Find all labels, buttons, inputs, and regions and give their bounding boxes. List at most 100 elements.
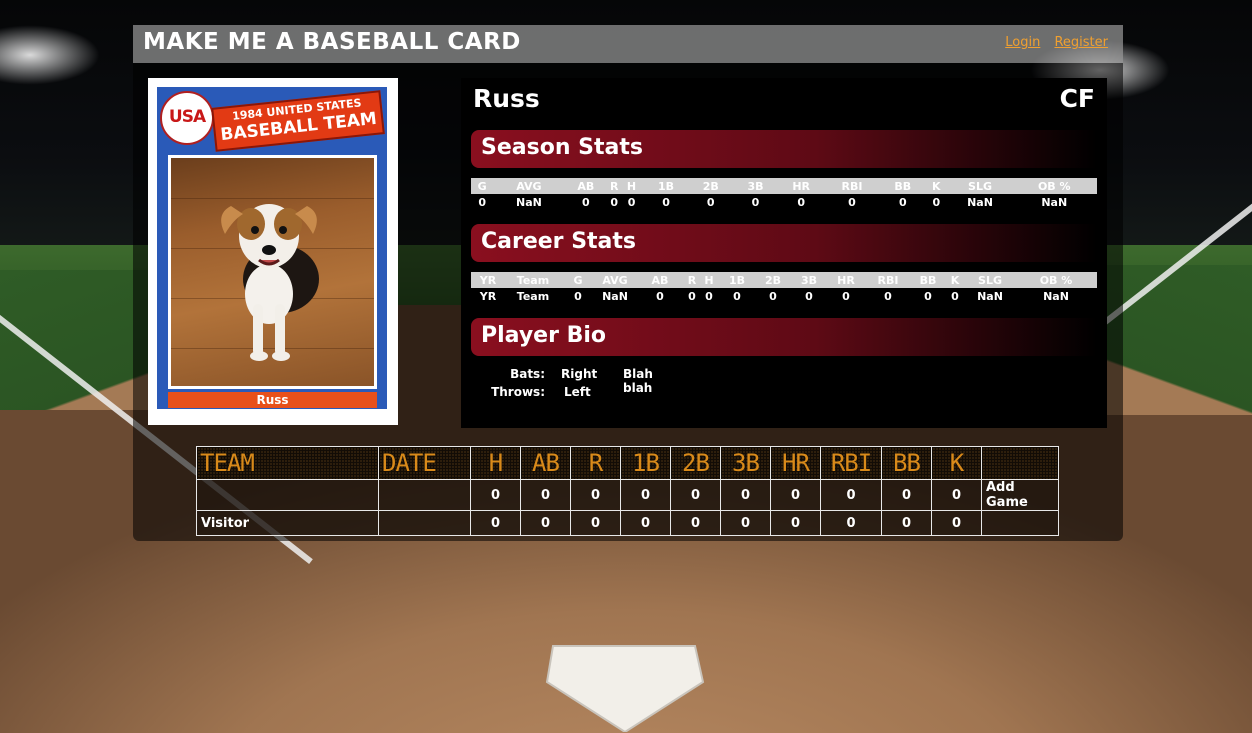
scoreboard-cell: 0 bbox=[931, 510, 982, 536]
stat-header: 1B bbox=[719, 272, 755, 288]
scoreboard-header: 2B bbox=[670, 446, 721, 480]
scoreboard-cell bbox=[378, 479, 471, 511]
throws-label: Throws: bbox=[491, 385, 545, 399]
season-stats-header: Season Stats bbox=[471, 130, 1097, 168]
game-scoreboard: TEAM DATE H AB R 1B 2B 3B HR RBI BB K 0 … bbox=[196, 446, 1059, 536]
stat-value: 0 bbox=[706, 195, 715, 209]
stat-value: Team bbox=[516, 289, 550, 303]
usa-badge-text: USA bbox=[168, 107, 206, 127]
stat-value: 0 bbox=[951, 289, 959, 303]
scoreboard-cell: 0 bbox=[770, 479, 821, 511]
login-link[interactable]: Login bbox=[1005, 35, 1040, 50]
stat-value: NaN bbox=[1043, 289, 1069, 303]
scoreboard-cell: 0 bbox=[881, 510, 932, 536]
player-bio-title: Player Bio bbox=[481, 323, 607, 348]
player-name: Russ bbox=[473, 84, 540, 113]
season-stats-header-row: G AVG AB R H 1B 2B 3B HR RBI BB K SLG OB… bbox=[471, 178, 1097, 194]
card-player-name: Russ bbox=[168, 392, 377, 408]
scoreboard-cell: 0 bbox=[570, 479, 621, 511]
stat-header: BB bbox=[911, 272, 945, 288]
stat-header: Team bbox=[505, 272, 561, 288]
stat-header: RBI bbox=[865, 272, 911, 288]
scoreboard-cell bbox=[196, 479, 379, 511]
stat-header: 1B bbox=[641, 178, 691, 194]
stat-value: 0 bbox=[574, 289, 582, 303]
bio-text: Blah blah bbox=[623, 367, 653, 395]
scoreboard-header: TEAM bbox=[196, 446, 379, 480]
bats-label: Bats: bbox=[510, 367, 545, 381]
scoreboard-header: HR bbox=[770, 446, 821, 480]
scoreboard-cell: 0 bbox=[770, 510, 821, 536]
stat-value: 0 bbox=[627, 195, 636, 209]
scoreboard-home-row: 0 0 0 0 0 0 0 0 0 0 Add Game bbox=[196, 479, 1059, 511]
career-stats-row: YR Team 0 NaN 0 0 0 0 0 0 0 0 0 0 NaN Na… bbox=[471, 288, 1097, 304]
scoreboard-cell: Visitor bbox=[196, 510, 379, 536]
stats-panel: Russ CF Season Stats G AVG AB R H 1B 2B … bbox=[461, 78, 1107, 428]
site-header: MAKE ME A BASEBALL CARD Login Register bbox=[133, 25, 1123, 63]
add-game-button[interactable]: Add Game bbox=[981, 479, 1059, 511]
stat-value: 0 bbox=[688, 289, 696, 303]
scoreboard-header-empty bbox=[981, 446, 1059, 480]
season-stats-title: Season Stats bbox=[481, 135, 643, 160]
career-stats-title: Career Stats bbox=[481, 229, 637, 254]
career-stats-header-row: YR Team G AVG AB R H 1B 2B 3B HR RBI BB … bbox=[471, 272, 1097, 288]
stat-value: 0 bbox=[656, 289, 664, 303]
usa-baseball-icon: USA bbox=[160, 91, 214, 145]
home-plate-icon bbox=[545, 645, 705, 732]
stat-value: 0 bbox=[842, 289, 850, 303]
season-stats-row: 0 NaN 0 0 0 0 0 0 0 0 0 0 NaN NaN bbox=[471, 194, 1097, 210]
stat-header: 3B bbox=[731, 178, 780, 194]
stat-header: H bbox=[621, 178, 642, 194]
stat-value: 0 bbox=[769, 289, 777, 303]
stat-header: 2B bbox=[755, 272, 791, 288]
scoreboard-cell: 0 bbox=[570, 510, 621, 536]
scoreboard-cell: 0 bbox=[470, 479, 521, 511]
scoreboard-header: AB bbox=[520, 446, 571, 480]
career-stats-table: YR Team G AVG AB R H 1B 2B 3B HR RBI BB … bbox=[471, 272, 1097, 304]
stat-value: 0 bbox=[610, 195, 619, 209]
stat-value: YR bbox=[479, 289, 497, 303]
scoreboard-header: K bbox=[931, 446, 982, 480]
stat-header: RBI bbox=[822, 178, 882, 194]
site-title: MAKE ME A BASEBALL CARD bbox=[143, 29, 521, 55]
scoreboard-header: DATE bbox=[378, 446, 471, 480]
stat-value: 0 bbox=[581, 195, 590, 209]
scoreboard-cell: 0 bbox=[520, 510, 571, 536]
scoreboard-cell: 0 bbox=[720, 510, 771, 536]
stat-value: 0 bbox=[705, 289, 713, 303]
throws-value: Left bbox=[564, 385, 591, 399]
scoreboard-header: 3B bbox=[720, 446, 771, 480]
scoreboard-header: R bbox=[570, 446, 621, 480]
scoreboard-cell: 0 bbox=[670, 479, 721, 511]
stat-header: K bbox=[945, 272, 965, 288]
stat-header: G bbox=[471, 178, 494, 194]
stat-header: AB bbox=[564, 178, 608, 194]
player-photo bbox=[168, 155, 377, 389]
scoreboard-cell bbox=[378, 510, 471, 536]
scoreboard-cell-empty bbox=[981, 510, 1059, 536]
stat-header: AVG bbox=[493, 178, 565, 194]
season-stats-table: G AVG AB R H 1B 2B 3B HR RBI BB K SLG OB… bbox=[471, 178, 1097, 210]
card-frame: USA 1984 UNITED STATES BASEBALL TEAM Rus… bbox=[157, 87, 387, 409]
stat-header: H bbox=[699, 272, 719, 288]
stat-value: NaN bbox=[602, 289, 628, 303]
stat-header: AVG bbox=[595, 272, 635, 288]
stat-value: 0 bbox=[924, 289, 932, 303]
stat-value: 0 bbox=[662, 195, 670, 209]
stat-value: NaN bbox=[977, 289, 1003, 303]
scoreboard-header-row: TEAM DATE H AB R 1B 2B 3B HR RBI BB K bbox=[196, 446, 1059, 480]
scoreboard-cell: 0 bbox=[520, 479, 571, 511]
scoreboard-cell: 0 bbox=[620, 479, 671, 511]
stat-header: AB bbox=[635, 272, 685, 288]
scoreboard-cell: 0 bbox=[820, 479, 882, 511]
stat-value: 0 bbox=[848, 195, 856, 209]
stat-header: 3B bbox=[791, 272, 827, 288]
stat-header: G bbox=[561, 272, 595, 288]
scoreboard-cell: 0 bbox=[670, 510, 721, 536]
stat-header: BB bbox=[881, 178, 925, 194]
bats-value: Right bbox=[561, 367, 598, 381]
register-link[interactable]: Register bbox=[1054, 35, 1108, 50]
team-banner: 1984 UNITED STATES BASEBALL TEAM bbox=[211, 90, 385, 152]
scoreboard-cell: 0 bbox=[931, 479, 982, 511]
baseball-card: USA 1984 UNITED STATES BASEBALL TEAM Rus… bbox=[148, 78, 398, 425]
